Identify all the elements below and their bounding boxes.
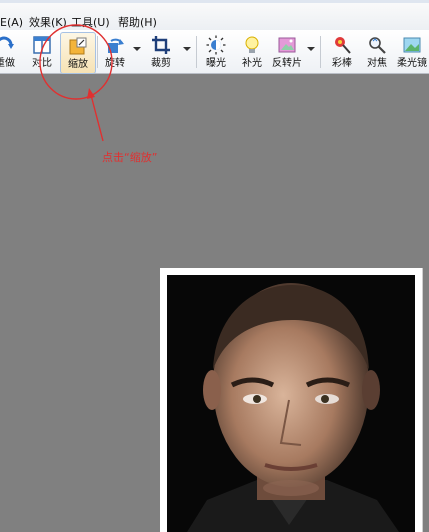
annotation-note: 点击“缩放” — [102, 151, 158, 164]
highlight-circle — [39, 24, 113, 100]
portrait-photo — [167, 275, 415, 532]
portrait-illustration — [167, 275, 415, 532]
annotation-arrow-line — [90, 94, 104, 142]
photo-frame — [160, 268, 423, 532]
